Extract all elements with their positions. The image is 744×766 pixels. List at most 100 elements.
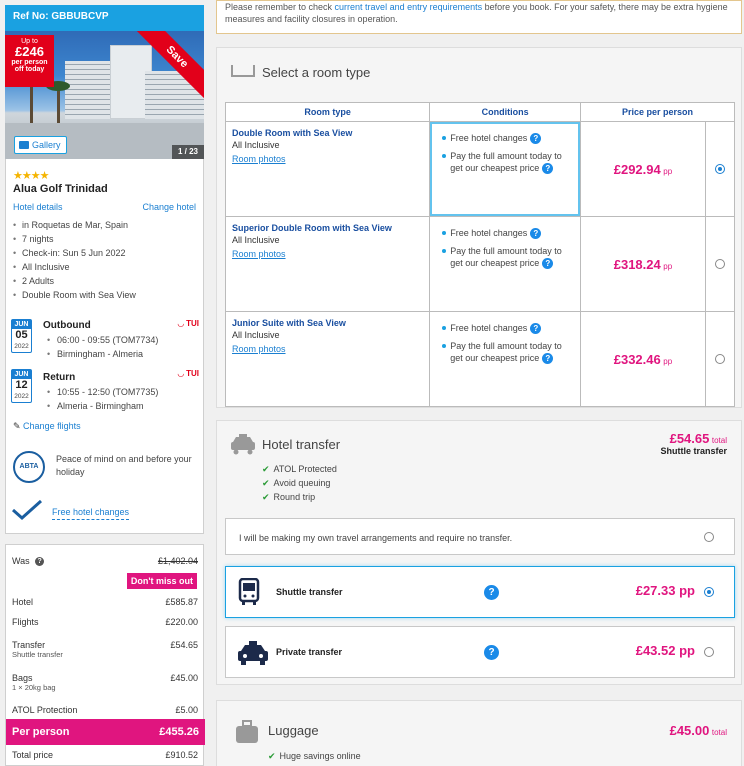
bed-icon [231,65,255,77]
room-radio[interactable] [714,354,725,365]
price-row-atol: ATOL Protection £5.00 [12,705,198,715]
image-counter: 1 / 23 [171,145,204,159]
per-person-label: Per person [12,726,70,738]
row-label: Flights [12,617,39,627]
private-price-block: £43.52 pp [636,643,695,658]
fact-guests: 2 Adults [13,276,136,290]
per-person-bar: Per person £455.26 [6,719,205,745]
airline-name: TUI [186,319,199,328]
row-label: Hotel [12,597,34,607]
price-unit: pp [663,166,673,176]
shuttle-price: £27.33 [635,583,676,598]
help-icon[interactable]: ? [530,228,542,240]
room-name: Double Room with Sea View [232,128,353,138]
dont-miss-out-badge: Don't miss out [126,573,197,589]
badge-line2: off today [14,66,45,74]
camera-icon [19,141,29,149]
was-value: £1,402.04 [157,556,198,566]
hotel-card: ★★★★ Alua Golf Trinidad Hotel details Ch… [5,159,204,534]
shuttle-price-block: £27.33 pp [636,583,695,598]
free-hotel-changes-link[interactable]: Free hotel changes [52,507,130,520]
check-icon: ✔ [262,464,270,474]
row-value: £54.65 [170,640,198,650]
tui-logo-icon: ◡ TUI [177,319,199,328]
return-flight: JUN12 2022 Return ◡ TUI 10:55 - 12:50 (TO… [11,369,201,413]
private-radio[interactable] [704,647,714,657]
help-icon[interactable]: ? [484,645,499,660]
shuttle-radio[interactable] [704,587,714,597]
check-icon: ✔ [268,751,276,761]
header-price: Price per person [580,102,735,122]
header-conditions: Conditions [429,102,582,122]
hotel-name: Alua Golf Trinidad [13,183,108,195]
room-table: Room type Conditions Price per person Do… [224,102,736,407]
hotel-facts: in Roquetas de Mar, Spain 7 nights Check… [13,220,136,304]
help-icon[interactable]: ? [530,323,542,335]
room-board: All Inclusive [232,330,280,340]
gallery-button[interactable]: Gallery [14,136,67,154]
hotel-details-link[interactable]: Hotel details [13,202,63,212]
calendar-icon: JUN 05 2022 [11,319,32,353]
help-icon[interactable]: ? [542,353,554,365]
no-transfer-radio[interactable] [704,532,714,542]
transfer-section: Hotel transfer £54.65 total Shuttle tran… [216,420,742,685]
notice-pre: Please remember to check [225,2,335,12]
bus-icon [238,578,260,605]
row-label: Bags [12,673,33,683]
no-transfer-option[interactable]: I will be making my own travel arrangeme… [225,518,735,555]
table-row[interactable]: Double Room with Sea View All Inclusive Ro… [224,121,736,217]
shuttle-transfer-option[interactable]: Shuttle transfer ? £27.33 pp [225,566,735,618]
private-transfer-option[interactable]: Private transfer ? £43.52 pp [225,626,735,678]
room-name: Junior Suite with Sea View [232,318,346,328]
info-icon[interactable]: ? [35,557,45,567]
change-hotel-link[interactable]: Change hotel [142,202,196,212]
main-content: Please remember to check current travel … [216,0,742,766]
change-flights-link[interactable]: ✎ Change flights [13,421,81,432]
discount-badge: Up to £246 per person off today [5,35,54,87]
header-room-type: Room type [224,102,431,122]
suitcase-icon [236,720,258,743]
table-row[interactable]: Junior Suite with Sea View All Inclusive R… [224,311,736,407]
table-row[interactable]: Superior Double Room with Sea View All In… [224,216,736,312]
outbound-times: 06:00 - 09:55 (TOM7734) [43,335,158,349]
transfer-price-block: £54.65 total Shuttle transfer [660,431,727,456]
booking-reference: Ref No: GBBUBCVP [5,5,204,31]
help-icon[interactable]: ? [484,585,499,600]
total-value: £910.52 [165,750,198,760]
was-row: Was ? £1,402.04 [12,556,198,567]
total-label: total [711,728,727,737]
return-route: Almeria - Birmingham [43,401,158,415]
room-radio[interactable] [714,164,725,175]
price-row-transfer: Transfer £54.65 Shuttle transfer [12,640,198,659]
room-radio[interactable] [714,259,725,270]
room-photos-link[interactable]: Room photos [232,154,286,164]
outbound-title: Outbound [43,320,91,331]
luggage-benefits: ✔ Huge savings online [268,751,361,765]
room-price: £318.24 [613,256,661,272]
fact-room: Double Room with Sea View [13,290,136,304]
price-row-hotel: Hotel £585.87 [12,597,198,607]
luggage-price-block: £45.00 total [670,723,727,738]
help-icon[interactable]: ? [530,133,542,145]
total-label: Total price [12,750,54,760]
luggage-benefit: Huge savings online [279,751,361,761]
cond-free-changes: Free hotel changes [450,133,528,143]
room-photos-link[interactable]: Room photos [232,344,286,354]
row-value: £220.00 [165,617,198,627]
luggage-section: Luggage £45.00 total ✔ Huge savings onlin… [216,700,742,766]
help-icon[interactable]: ? [542,163,554,175]
shuttle-label: Shuttle transfer [276,587,343,597]
row-label: Transfer [12,640,46,650]
travel-requirements-link[interactable]: current travel and entry requirements [335,2,483,12]
help-icon[interactable]: ? [542,258,554,270]
cond-free-changes: Free hotel changes [450,228,528,238]
room-name: Superior Double Room with Sea View [232,223,392,233]
travel-notice: Please remember to check current travel … [216,0,742,34]
private-label: Private transfer [276,647,343,657]
room-photos-link[interactable]: Room photos [232,249,286,259]
return-title: Return [43,372,76,383]
cal-month: JUN [12,320,31,329]
pencil-icon: ✎ [13,421,24,431]
badge-amount: £246 [15,44,44,60]
cal-month: JUN [12,370,31,379]
